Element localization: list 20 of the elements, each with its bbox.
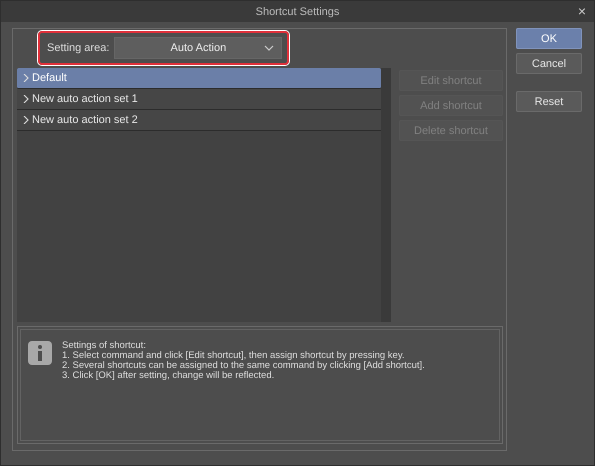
action-set-item[interactable]: New auto action set 1 <box>17 89 381 110</box>
chevron-icon <box>23 74 29 82</box>
info-text: 1. Select command and click [Edit shortcut], then assign shortcut by pressing key. <box>62 351 406 361</box>
info-text: Settings of shortcut: <box>62 341 147 351</box>
close-button[interactable]: × <box>576 3 588 19</box>
chevron-icon <box>23 95 29 103</box>
window-title: Shortcut Settings <box>256 6 340 18</box>
action-set-item[interactable]: New auto action set 2 <box>17 110 381 131</box>
info-icon <box>28 341 52 365</box>
dialog-button[interactable]: Reset <box>516 91 582 112</box>
setting-area-dropdown[interactable]: Auto Action <box>114 36 282 58</box>
dialog-button[interactable]: OK <box>516 28 582 49</box>
action-set-item[interactable]: Default <box>17 68 381 89</box>
caret-icon <box>264 44 274 50</box>
dialog-button[interactable]: Cancel <box>516 53 582 74</box>
info-text: 3. Click [OK] after setting, change will be reflected. <box>62 371 276 381</box>
setting-area-label: Setting area: <box>47 42 110 54</box>
chevron-icon <box>23 116 29 124</box>
info-text: 2. Several shortcuts can be assigned to the same command by clicking [Add shortcut]. <box>62 361 425 371</box>
scrollbar-track[interactable] <box>381 68 391 322</box>
